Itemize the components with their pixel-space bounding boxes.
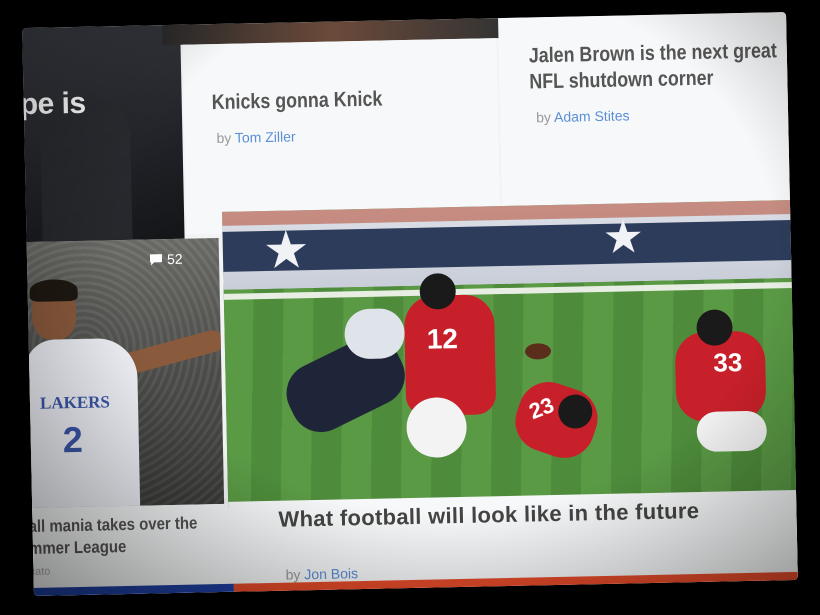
story-tile-top-left[interactable]: pe is <box>22 24 185 243</box>
comment-icon <box>149 253 163 265</box>
jersey-team-text: LAKERS <box>39 392 111 413</box>
headline-fragment: pe is <box>22 86 86 122</box>
byline-prefix: by <box>285 566 301 583</box>
byline-prefix: by <box>535 109 552 126</box>
star-icon: ★ <box>262 221 311 281</box>
story-byline: by Tom Ziller <box>216 128 295 146</box>
player-hair <box>29 278 78 302</box>
author-fragment[interactable]: cato <box>29 566 50 578</box>
story-title[interactable]: all mania takes over the mmer League <box>28 512 214 560</box>
jersey-number: 2 <box>62 418 84 461</box>
patriots-jersey <box>344 308 406 360</box>
author-link[interactable]: Jon Bois <box>304 565 358 582</box>
player-number: 12 <box>426 323 459 355</box>
story-card-jalen[interactable]: Jalen Brown is the next great NFL shutdo… <box>498 12 798 209</box>
comment-count-value: 52 <box>166 250 183 268</box>
player-number: 23 <box>525 392 558 425</box>
story-byline: by Adam Stites <box>536 107 630 125</box>
player-number: 33 <box>712 347 743 378</box>
story-title[interactable]: What football will look like in the futu… <box>278 497 758 533</box>
flag-banner: ★ ★ <box>222 199 798 290</box>
player-pants <box>696 410 768 453</box>
story-tile-football-future[interactable]: ★ ★ 12 23 33 <box>222 199 798 508</box>
byline-prefix: by <box>216 129 232 147</box>
author-link[interactable]: Adam Stites <box>554 107 630 125</box>
story-caption-summer-league[interactable]: all mania takes over the mmer League cat… <box>28 503 231 596</box>
story-card-knicks[interactable]: Knicks gonna Knick by Tom Ziller <box>182 38 501 235</box>
story-byline: by Jon Bois <box>285 565 358 583</box>
story-title[interactable]: Jalen Brown is the next great NFL shutdo… <box>529 38 798 96</box>
falcons-player: 12 <box>403 294 497 417</box>
comment-count[interactable]: 52 <box>149 251 183 268</box>
story-tile-summer-league[interactable]: LAKERS 2 52 <box>22 237 225 509</box>
story-title[interactable]: Knicks gonna Knick <box>211 87 382 117</box>
star-icon: ★ <box>602 210 645 263</box>
browser-screen: pe is Knicks gonna Knick by Tom Ziller J… <box>22 12 798 596</box>
author-link[interactable]: Tom Ziller <box>235 128 296 145</box>
